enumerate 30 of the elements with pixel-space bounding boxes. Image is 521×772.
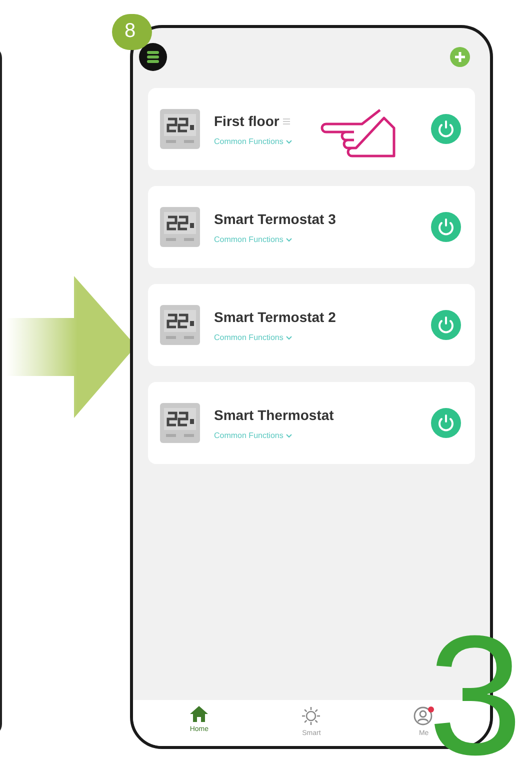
device-subtitle[interactable]: Common Functions <box>214 234 284 246</box>
device-card[interactable]: Smart Thermostat Common Functions <box>148 382 475 464</box>
device-name: Smart Termostat 2 <box>214 308 336 326</box>
add-icon[interactable] <box>450 47 470 67</box>
power-icon[interactable] <box>431 408 461 438</box>
edit-lines-icon[interactable] <box>283 118 290 124</box>
device-subtitle[interactable]: Common Functions <box>214 332 284 344</box>
device-name: Smart Termostat 3 <box>214 210 336 228</box>
sun-icon <box>301 706 322 726</box>
device-card[interactable]: Smart Termostat 2 Common Functions <box>148 284 475 366</box>
thermostat-icon <box>160 305 200 345</box>
chevron-down-icon <box>286 336 292 340</box>
device-card[interactable]: First floor Common Functions <box>148 88 475 170</box>
device-name: First floor <box>214 112 280 130</box>
device-card[interactable]: Smart Termostat 3 Common Functions <box>148 186 475 268</box>
power-icon[interactable] <box>431 212 461 242</box>
device-subtitle[interactable]: Common Functions <box>214 430 284 442</box>
device-name: Smart Thermostat <box>214 406 334 424</box>
menu-icon[interactable] <box>139 43 167 71</box>
home-icon <box>190 706 208 722</box>
power-icon[interactable] <box>431 114 461 144</box>
thermostat-icon <box>160 109 200 149</box>
chevron-down-icon <box>286 434 292 438</box>
step-badge: 8 <box>112 14 152 50</box>
chevron-down-icon <box>286 238 292 242</box>
thermostat-icon <box>160 403 200 443</box>
device-subtitle[interactable]: Common Functions <box>214 136 284 148</box>
power-icon[interactable] <box>431 310 461 340</box>
thermostat-icon <box>160 207 200 247</box>
chevron-down-icon <box>286 140 292 144</box>
